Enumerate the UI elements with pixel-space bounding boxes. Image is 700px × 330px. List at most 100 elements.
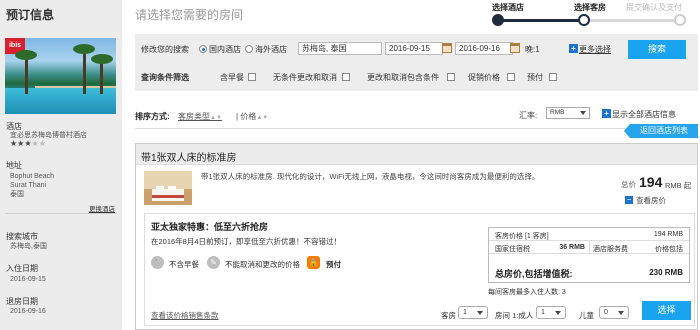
rate-terms-link[interactable]: 查看该价格销售条款 — [151, 310, 219, 321]
room-price: 194 — [639, 174, 663, 190]
feature-non-refundable: 不能取消和更改的价格 — [225, 260, 300, 269]
search-city-value: 苏梅岛,泰国 — [10, 243, 47, 250]
filter-free-cancel-checkbox[interactable] — [342, 73, 350, 81]
nights-label: 晚: — [525, 45, 536, 54]
checkout-label: 退房日期 — [6, 297, 38, 306]
rate-offer: 亚太独家特惠：低至六折抢房 在2016年8月4日前预订，即享低至六折优惠！不容错… — [144, 213, 695, 326]
children-select[interactable]: 0 — [599, 306, 629, 319]
room-header: 带1张双人床的标准房 — [136, 144, 697, 165]
nights-value: 1 — [535, 45, 540, 54]
tax-value: 36 RMB — [559, 244, 585, 251]
checkin-label: 入住日期 — [6, 264, 38, 273]
rooms-select[interactable]: 1 — [458, 306, 488, 319]
checkout-calendar-icon[interactable] — [510, 43, 520, 53]
checkout-value: 2016-09-16 — [10, 308, 46, 315]
sort-arrows-icon: ▲▼ — [210, 115, 222, 121]
chevron-down-icon — [477, 311, 483, 315]
change-hotel-link[interactable]: 更换酒店 — [89, 203, 115, 213]
filter-free-cancel-label: 无条件更改和取消 — [273, 73, 337, 82]
destination-input[interactable]: 苏梅岛, 泰国 — [298, 42, 382, 55]
filter-breakfast-checkbox[interactable] — [248, 73, 256, 81]
room-title: 带1张双人床的标准房 — [141, 153, 237, 164]
filter-cond-cancel-checkbox[interactable] — [447, 73, 455, 81]
view-rates-link[interactable]: 查看房价 — [636, 195, 666, 206]
page-title: 请选择您需要的房间 — [135, 8, 244, 22]
offer-subtitle: 在2016年8月4日前预订，即享低至六折优惠！不容错过！ — [151, 237, 342, 246]
feature-prepay: 预付 — [326, 260, 341, 269]
total-label: 总房价,包括增值税: — [495, 269, 573, 279]
filter-prepay-label: 预付 — [527, 73, 543, 82]
room-description: 带1张双人床的标准房. 现代化的设计，WiFi无线上网，液晶电视，令这间时尚客房… — [201, 172, 540, 181]
step-select-room: 选择客房 — [574, 3, 606, 12]
filter-cond-cancel-label: 更改和取消包含条件 — [367, 73, 439, 82]
radio-domestic[interactable] — [199, 45, 207, 53]
collapse-icon[interactable]: − — [625, 196, 633, 204]
filter-breakfast-label: 含早餐 — [220, 73, 244, 82]
choose-room-button[interactable]: 选择 — [642, 301, 691, 320]
chevron-down-icon — [580, 111, 586, 115]
step-dot-3 — [674, 14, 686, 26]
progress-line-done — [498, 19, 584, 22]
progress-steps: 选择酒店 选择客房 提交确认及支付 — [492, 0, 692, 30]
price-breakdown: 客房价格 [1 客房] 194 RMB 国家住宿税 36 RMB 酒店服务费 价… — [488, 227, 690, 283]
room1-adults-label: 房间 1:成人 — [495, 311, 534, 320]
chevron-down-icon — [555, 311, 561, 315]
plus-icon[interactable]: + — [602, 109, 611, 118]
service-fee-value: 价格包括 — [655, 246, 683, 253]
checkin-value: 2016-09-15 — [10, 276, 46, 283]
room-photo[interactable] — [144, 171, 192, 205]
progress-line-todo — [584, 19, 680, 22]
radio-overseas[interactable] — [245, 45, 253, 53]
address-label: 地址 — [6, 161, 22, 170]
total-value: 230 RMB — [649, 268, 683, 277]
step-dot-2 — [578, 14, 590, 26]
checkout-input[interactable]: 2016-09-16 — [455, 42, 513, 55]
radio-domestic-label: 国内酒店 — [209, 45, 241, 54]
children-label: 儿童 — [579, 311, 594, 320]
step-select-hotel: 选择酒店 — [492, 3, 524, 12]
sort-arrows-icon: ▲▼ — [256, 115, 269, 121]
price-unit: RMB 起 — [665, 181, 692, 190]
filter-label: 查询条件筛选 — [141, 73, 189, 82]
hotel-photo: ibis — [5, 38, 116, 114]
chevron-down-icon — [618, 311, 624, 315]
tax-label: 国家住宿税 — [495, 246, 530, 253]
currency-select[interactable]: RMB — [546, 107, 590, 119]
service-fee-label: 酒店服务费 — [593, 246, 628, 253]
sidebar-divider — [5, 213, 117, 214]
sort-label: 排序方式: — [135, 112, 170, 121]
max-guests: 每间客房最多入住人数: 3 — [488, 289, 566, 296]
rooms-label: 客房 — [441, 311, 456, 320]
fork-knife-icon: 🍴 — [151, 256, 164, 269]
adults-select[interactable]: 1 — [536, 306, 566, 319]
room-price-value: 194 RMB — [653, 231, 683, 238]
address-line-3: 泰国 — [10, 191, 24, 198]
divider — [135, 128, 630, 129]
sort-price[interactable]: | 价格▲▼ — [236, 111, 268, 122]
booking-sidebar: 预订信息 ibis 酒店 宜必思苏梅岛博普村酒店 ★★★★★ 地址 Bophut… — [0, 0, 122, 330]
modify-search-label: 修改您的搜索 — [141, 45, 189, 54]
checkin-input[interactable]: 2016-09-15 — [385, 42, 443, 55]
plus-icon[interactable]: + — [569, 44, 578, 53]
step-confirm-pay: 提交确认及支付 — [626, 3, 682, 12]
search-button[interactable]: 搜索 — [628, 40, 686, 59]
filter-promo-checkbox[interactable] — [507, 73, 515, 81]
price-row-tax: 国家住宿税 36 RMB 酒店服务费 价格包括 — [489, 241, 689, 254]
no-change-icon: ✎ — [207, 256, 220, 269]
more-options-link[interactable]: 更多选择 — [579, 44, 611, 55]
price-prefix: 总价 — [621, 180, 636, 189]
filter-prepay-checkbox[interactable] — [549, 73, 557, 81]
radio-overseas-label: 海外酒店 — [255, 45, 287, 54]
back-to-hotel-list-button[interactable]: 返回酒店列表 — [624, 124, 698, 138]
checkin-calendar-icon[interactable] — [442, 43, 452, 53]
sort-room-type[interactable]: 客房类型▲▼ — [178, 111, 222, 122]
show-all-hotel-info-link[interactable]: 显示全部酒店信息 — [612, 109, 676, 120]
search-city-label: 搜索城市 — [6, 232, 38, 241]
star-rating: ★★★★★ — [10, 139, 46, 148]
offer-title: 亚太独家特惠：低至六折抢房 — [151, 222, 269, 232]
price-row-room: 客房价格 [1 客房] 194 RMB — [489, 228, 689, 241]
room-card: 带1张双人床的标准房 带1张双人床的标准房. 现代化的设计，WiFi无线上网，液… — [135, 143, 698, 330]
search-panel: 修改您的搜索 国内酒店 海外酒店 苏梅岛, 泰国 2016-09-15 2016… — [135, 34, 698, 91]
lock-icon: 🔒 — [307, 256, 320, 269]
step-dot-1 — [492, 14, 504, 26]
